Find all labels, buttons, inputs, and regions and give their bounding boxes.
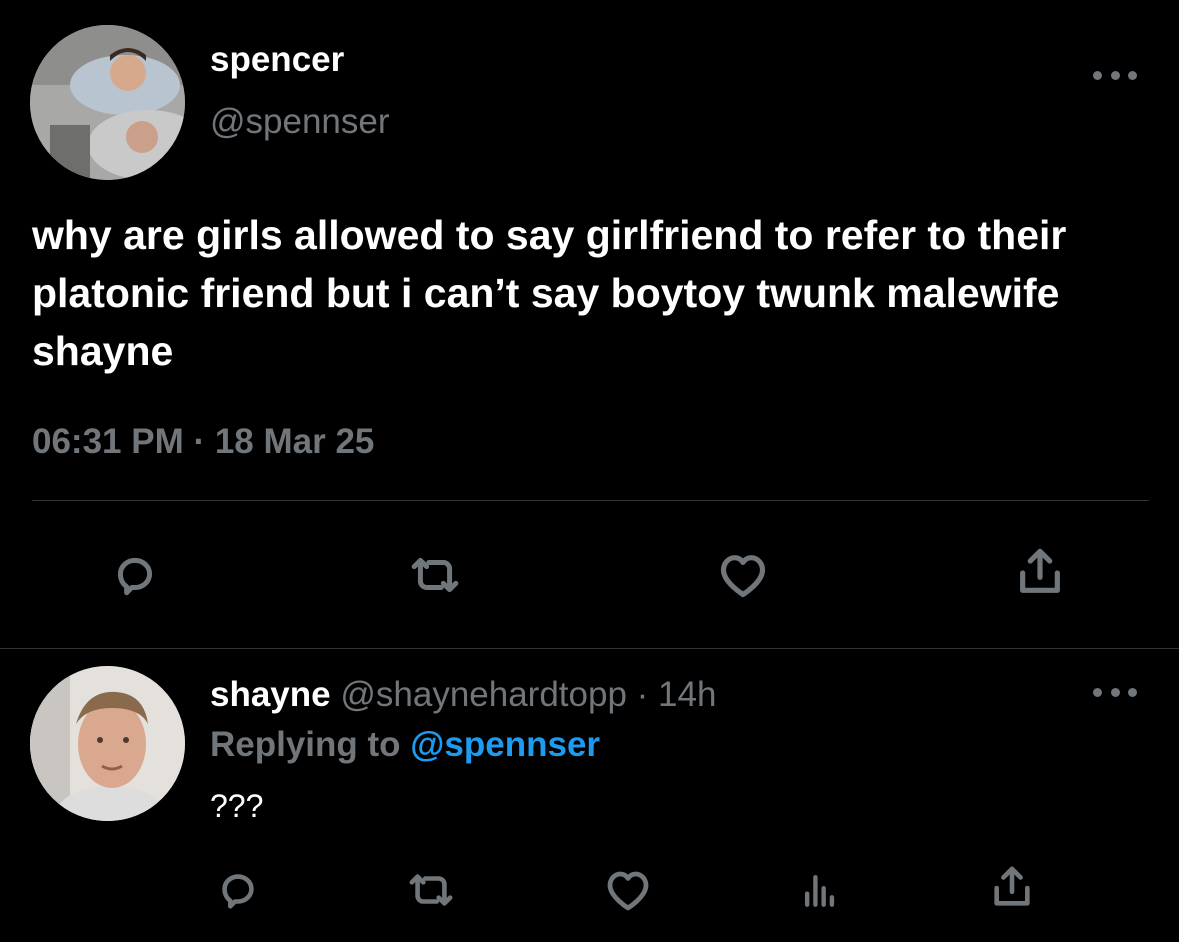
analytics-icon	[804, 874, 835, 907]
reply-icon	[222, 874, 254, 909]
author-handle[interactable]: @spennser	[210, 102, 390, 142]
reply-more-options-button[interactable]	[1093, 682, 1137, 702]
replying-to-label: Replying to	[210, 725, 401, 764]
author-avatar-image	[30, 25, 185, 180]
share-icon	[994, 866, 1030, 906]
retweet-button[interactable]	[400, 545, 470, 605]
retweet-icon	[411, 557, 459, 593]
retweet-icon	[409, 874, 453, 906]
reply-button[interactable]	[105, 545, 165, 605]
more-options-button[interactable]	[1093, 65, 1137, 85]
reply-reply-button[interactable]	[210, 862, 266, 918]
reply-display-name[interactable]: shayne	[210, 675, 331, 714]
tweet-text: why are girls allowed to say girlfriend …	[32, 212, 1067, 374]
more-dot	[1110, 687, 1120, 697]
share-button[interactable]	[1010, 540, 1070, 605]
more-dot	[1128, 70, 1137, 80]
reply-analytics-button[interactable]	[792, 862, 848, 918]
author-display-name[interactable]: spencer	[210, 40, 344, 80]
reply-icon	[117, 557, 153, 596]
reply-text: ???	[210, 788, 264, 824]
tweet-timestamp[interactable]: 06:31 PM · 18 Mar 25	[32, 422, 374, 462]
reply-age[interactable]: 14h	[658, 675, 716, 714]
more-dot	[1128, 687, 1137, 697]
section-divider	[0, 648, 1179, 649]
like-icon	[720, 555, 766, 598]
reply-author-avatar-image	[30, 666, 185, 821]
more-dot	[1093, 687, 1102, 697]
reply-retweet-button[interactable]	[398, 862, 464, 918]
reply-header: shayne @shaynehardtopp · 14h	[210, 675, 716, 715]
reply-handle[interactable]: @shaynehardtopp	[340, 675, 627, 714]
reply-share-button[interactable]	[984, 858, 1040, 918]
divider	[32, 500, 1149, 501]
reply-author-avatar[interactable]	[30, 666, 185, 821]
replying-to-handle[interactable]: @spennser	[410, 725, 600, 764]
like-button[interactable]	[708, 545, 778, 605]
more-dot	[1093, 70, 1102, 80]
author-avatar[interactable]	[30, 25, 185, 180]
reply-like-button[interactable]	[598, 862, 658, 918]
share-icon	[1020, 548, 1060, 593]
like-icon	[607, 871, 649, 911]
replying-to-line: Replying to @spennser	[210, 725, 600, 765]
more-dot	[1110, 70, 1120, 80]
reply-separator: ·	[636, 675, 649, 714]
